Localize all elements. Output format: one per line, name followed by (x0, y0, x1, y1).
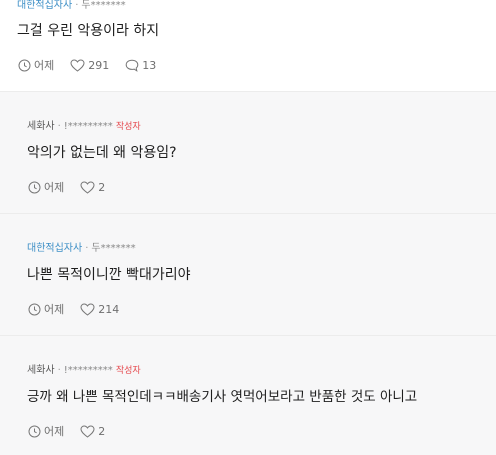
comment-meta: 대한적십자사 · 두******* (17, 0, 126, 12)
heart-icon (80, 180, 95, 194)
comment-actions: 어제 214 (28, 301, 135, 317)
writer-id: 두******* (81, 0, 126, 11)
timestamp: 어제 (28, 179, 64, 195)
like-count: 2 (98, 424, 106, 438)
clock-icon (28, 181, 41, 193)
like-count: 291 (88, 58, 110, 72)
like-count: 2 (98, 180, 106, 194)
time-text: 어제 (44, 181, 65, 194)
like-button[interactable]: 2 (80, 425, 105, 438)
author-name[interactable]: 세화사 (27, 121, 55, 132)
meta-separator: · (57, 365, 61, 376)
clock-icon (18, 59, 31, 71)
comment-text: 그걸 우린 악용이라 하지 (17, 23, 160, 39)
comment-actions: 어제 2 (28, 179, 121, 195)
time-text: 어제 (44, 425, 65, 438)
reply-count: 13 (142, 58, 157, 72)
comment-actions: 어제 2 (28, 423, 121, 439)
clock-icon (28, 425, 41, 437)
reply-button[interactable]: 13 (125, 59, 156, 72)
timestamp: 어제 (28, 301, 64, 317)
timestamp: 어제 (28, 423, 64, 439)
writer-id: !********* (63, 121, 113, 132)
clock-icon (28, 303, 41, 315)
meta-separator: · (85, 243, 89, 254)
author-name[interactable]: 세화사 (27, 365, 55, 376)
time-text: 어제 (44, 303, 65, 316)
reply-item: 세화사 · !********* 작성자 악의가 없는데 왜 악용임? 어제 2 (0, 92, 496, 214)
like-count: 214 (98, 302, 120, 316)
author-name[interactable]: 대한적십자사 (17, 0, 72, 11)
meta-separator: · (75, 0, 79, 11)
like-button[interactable]: 291 (70, 59, 109, 72)
writer-id: 두******* (91, 243, 136, 254)
comment-text: 긍까 왜 나쁜 목적인데ㅋㅋ배송기사 엿먹어보라고 반품한 것도 아니고 (27, 389, 418, 405)
reply-item: 세화사 · !********* 작성자 긍까 왜 나쁜 목적인데ㅋㅋ배송기사 엿먹어… (0, 336, 496, 455)
comment-meta: 세화사 · !********* 작성자 (27, 121, 141, 133)
time-text: 어제 (34, 59, 55, 72)
comment-actions: 어제 291 13 (18, 57, 172, 73)
op-badge: 작성자 (115, 366, 141, 376)
meta-separator: · (57, 121, 61, 132)
heart-icon (70, 58, 85, 72)
comment-meta: 대한적십자사 · 두******* (27, 243, 136, 255)
speech-bubble-icon (125, 59, 139, 72)
writer-id: !********* (63, 365, 113, 376)
comment-meta: 세화사 · !********* 작성자 (27, 365, 141, 377)
heart-icon (80, 424, 95, 438)
author-name[interactable]: 대한적십자사 (27, 243, 82, 254)
reply-item: 대한적십자사 · 두******* 나쁜 목적이니깐 빡대가리야 어제 214 (0, 214, 496, 336)
timestamp: 어제 (18, 57, 54, 73)
op-badge: 작성자 (115, 122, 141, 132)
comment-text: 악의가 없는데 왜 악용임? (27, 145, 177, 161)
heart-icon (80, 302, 95, 316)
comment-text: 나쁜 목적이니깐 빡대가리야 (27, 267, 191, 283)
comment-item: 대한적십자사 · 두******* 그걸 우린 악용이라 하지 어제 291 13 (0, 0, 496, 92)
like-button[interactable]: 214 (80, 303, 119, 316)
like-button[interactable]: 2 (80, 181, 105, 194)
